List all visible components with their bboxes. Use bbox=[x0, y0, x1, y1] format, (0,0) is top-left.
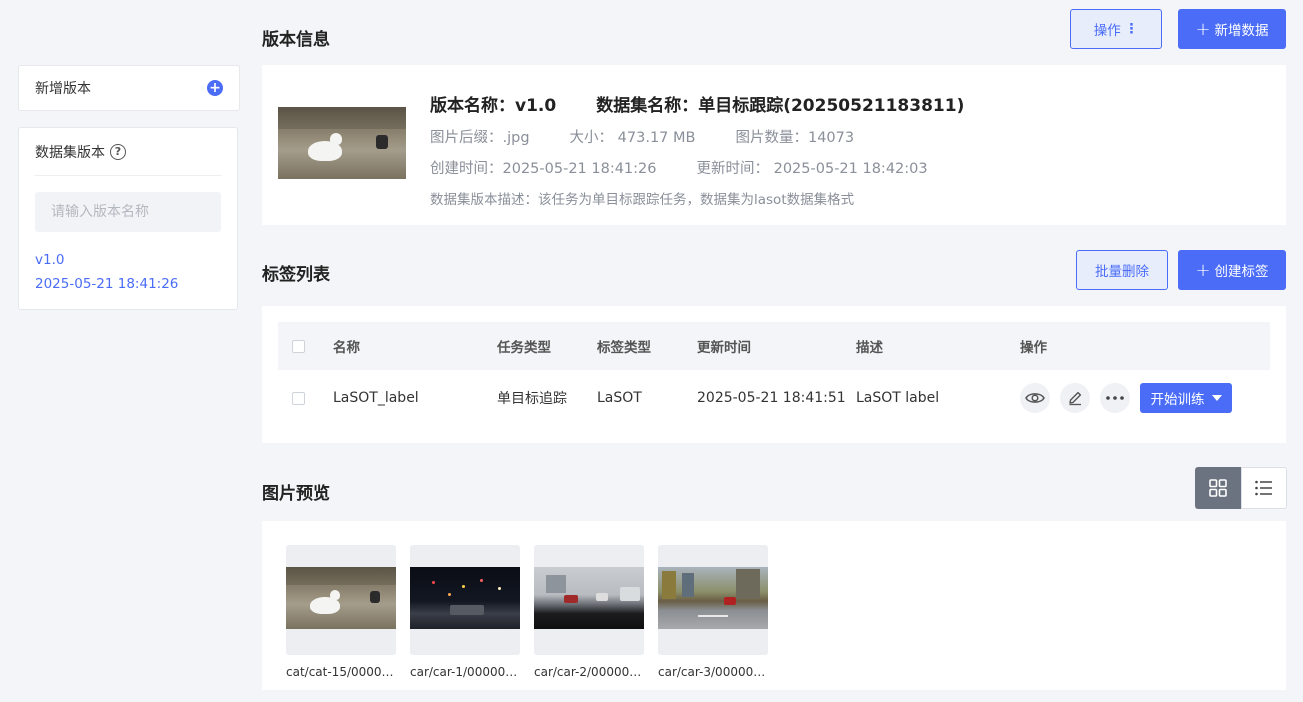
table-header: 名称 任务类型 标签类型 更新时间 描述 操作 bbox=[278, 322, 1270, 370]
col-actions: 操作 bbox=[1020, 340, 1047, 356]
table-row: LaSOT_label 单目标追踪 LaSOT 2025-05-21 18:41… bbox=[278, 370, 1270, 426]
col-label-type: 标签类型 bbox=[597, 340, 651, 356]
add-data-label: 新增数据 bbox=[1214, 23, 1269, 39]
version-time: 2025-05-21 18:41:26 bbox=[35, 276, 179, 292]
row-updated: 2025-05-21 18:41:51 bbox=[697, 390, 846, 406]
preview-item[interactable]: car/car-1/00000001.jpg bbox=[410, 545, 520, 679]
create-label-button[interactable]: + 创建标签 bbox=[1178, 250, 1286, 290]
col-task-type: 任务类型 bbox=[497, 340, 551, 356]
image-suffix-field: 图片后缀：.jpg bbox=[430, 130, 530, 146]
preview-caption: car/car-1/00000001.jpg bbox=[410, 665, 520, 679]
row-task-type: 单目标追踪 bbox=[497, 391, 567, 407]
start-training-label: 开始训练 bbox=[1150, 392, 1205, 408]
row-checkbox[interactable] bbox=[292, 391, 305, 405]
versions-header: 数据集版本 ? bbox=[35, 128, 221, 176]
row-label-type: LaSOT bbox=[597, 390, 642, 406]
updated-time-field: 更新时间： 2025-05-21 18:42:03 bbox=[696, 161, 928, 177]
dataset-versions-panel: 数据集版本 ? v1.0 2025-05-21 18:41:26 bbox=[18, 127, 238, 310]
preview-image bbox=[534, 567, 644, 629]
versions-title: 数据集版本 bbox=[35, 144, 105, 161]
dataset-name-field: 数据集名称：单目标跟踪(20250521183811) bbox=[596, 96, 965, 116]
version-info-title: 版本信息 bbox=[262, 30, 330, 50]
operations-label: 操作 bbox=[1093, 23, 1121, 39]
version-info-card: 版本名称：v1.0 数据集名称：单目标跟踪(20250521183811) 图片… bbox=[262, 65, 1286, 225]
add-version-button[interactable]: 新增版本 + bbox=[18, 65, 240, 111]
eye-icon[interactable] bbox=[1020, 383, 1050, 413]
more-icon[interactable] bbox=[1100, 383, 1130, 413]
size-field: 大小： 473.17 MB bbox=[569, 130, 696, 146]
preview-image bbox=[410, 567, 520, 629]
image-count-field: 图片数量：14073 bbox=[735, 130, 855, 146]
preview-item[interactable]: car/car-2/00000001.jpg bbox=[534, 545, 644, 679]
preview-caption: cat/cat-15/00000001.jpg bbox=[286, 665, 396, 679]
batch-delete-button[interactable]: 批量删除 bbox=[1076, 250, 1168, 290]
plus-icon: + bbox=[1195, 18, 1211, 40]
plus-icon: + bbox=[1195, 259, 1211, 281]
more-vertical-icon: ⋮ bbox=[1124, 21, 1139, 37]
col-updated: 更新时间 bbox=[697, 340, 751, 356]
start-training-button[interactable]: 开始训练 bbox=[1140, 383, 1232, 413]
version-description: 数据集版本描述：该任务为单目标跟踪任务，数据集为lasot数据集格式 bbox=[430, 192, 855, 208]
preview-item[interactable]: car/car-3/00000001.jpg bbox=[658, 545, 768, 679]
preview-caption: car/car-3/00000001.jpg bbox=[658, 665, 768, 679]
create-label-label: 创建标签 bbox=[1214, 264, 1269, 280]
edit-icon[interactable] bbox=[1060, 383, 1090, 413]
grid-icon bbox=[1209, 479, 1227, 497]
row-desc: LaSOT label bbox=[856, 390, 940, 406]
help-icon[interactable]: ? bbox=[110, 143, 126, 160]
col-desc: 描述 bbox=[856, 340, 883, 356]
add-data-button[interactable]: + 新增数据 bbox=[1178, 9, 1286, 49]
operations-button[interactable]: 操作 ⋮ bbox=[1070, 9, 1162, 49]
list-view-toggle[interactable] bbox=[1241, 467, 1287, 509]
version-name-field: 版本名称：v1.0 bbox=[430, 96, 557, 116]
label-table: 名称 任务类型 标签类型 更新时间 描述 操作 LaSOT_label 单目标追… bbox=[262, 306, 1286, 443]
preview-image bbox=[286, 567, 396, 629]
label-list-title: 标签列表 bbox=[262, 265, 330, 285]
list-icon bbox=[1255, 480, 1272, 496]
caret-down-icon bbox=[1211, 395, 1222, 401]
plus-circle-icon[interactable]: + bbox=[207, 80, 223, 96]
batch-delete-label: 批量删除 bbox=[1095, 264, 1149, 280]
version-name: v1.0 bbox=[35, 252, 65, 268]
image-preview-title: 图片预览 bbox=[262, 484, 330, 504]
version-cover-image bbox=[278, 107, 406, 179]
grid-view-toggle[interactable] bbox=[1195, 467, 1241, 509]
preview-caption: car/car-2/00000001.jpg bbox=[534, 665, 644, 679]
row-name: LaSOT_label bbox=[333, 390, 419, 406]
version-search-input[interactable] bbox=[35, 192, 221, 232]
preview-image bbox=[658, 567, 768, 629]
version-list-item[interactable]: v1.0 2025-05-21 18:41:26 bbox=[35, 248, 221, 296]
col-name: 名称 bbox=[333, 340, 360, 356]
select-all-checkbox[interactable] bbox=[292, 339, 305, 353]
image-preview-panel: cat/cat-15/00000001.jpg car/car-1/000000… bbox=[262, 521, 1286, 690]
preview-item[interactable]: cat/cat-15/00000001.jpg bbox=[286, 545, 396, 679]
add-version-label: 新增版本 bbox=[35, 81, 91, 97]
created-time-field: 创建时间：2025-05-21 18:41:26 bbox=[430, 161, 657, 177]
